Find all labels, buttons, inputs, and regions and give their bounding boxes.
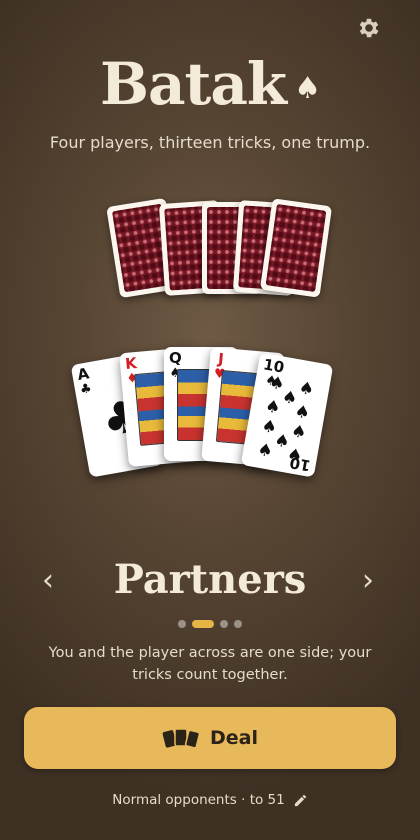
spade-icon: ♠ xyxy=(294,71,321,106)
spade-pip: ♠ xyxy=(293,401,312,424)
settings-summary-text: Normal opponents · to 51 xyxy=(112,792,285,808)
mode-label: Partners xyxy=(113,556,307,603)
card-back xyxy=(259,198,333,298)
page-indicator xyxy=(0,619,420,629)
app-title-text: Batak xyxy=(99,50,287,118)
card-suit: ♣ xyxy=(78,381,93,398)
page-dot[interactable] xyxy=(234,620,242,628)
game-settings-summary[interactable]: Normal opponents · to 51 xyxy=(0,792,420,808)
gear-icon xyxy=(359,18,379,38)
page-dot[interactable] xyxy=(178,620,186,628)
spade-pip: ♠ xyxy=(297,377,316,401)
chevron-right-icon: › xyxy=(362,563,374,598)
deal-button-label: Deal xyxy=(210,727,258,749)
card-rank: Q xyxy=(169,349,182,367)
next-mode-button[interactable]: › xyxy=(362,566,374,596)
app-subtitle: Four players, thirteen tricks, one trump… xyxy=(49,133,371,152)
pencil-icon xyxy=(294,794,306,806)
cards-icon xyxy=(162,728,200,749)
cards-illustration: A ♣ ♣ K ♦ Q ♠ J ♥ 10 ♠ 10 ♠ ♠ ♠ ♠ ♠ ♠ ♠ ♠ ♠ ♠ xyxy=(0,190,420,500)
app-title: Batak ♠ xyxy=(0,50,420,118)
deal-button[interactable]: Deal xyxy=(24,707,396,769)
page-dot[interactable] xyxy=(220,620,228,628)
spade-pip: ♠ xyxy=(289,421,309,444)
settings-button[interactable] xyxy=(356,15,382,41)
spade-pip: ♠ xyxy=(285,444,304,468)
spade-pip: ♠ xyxy=(255,439,275,462)
spade-pip: ♠ xyxy=(263,396,282,419)
page-dot[interactable] xyxy=(192,620,214,628)
mode-description: You and the player across are one side; … xyxy=(48,645,372,683)
card-rank: J xyxy=(217,349,225,369)
